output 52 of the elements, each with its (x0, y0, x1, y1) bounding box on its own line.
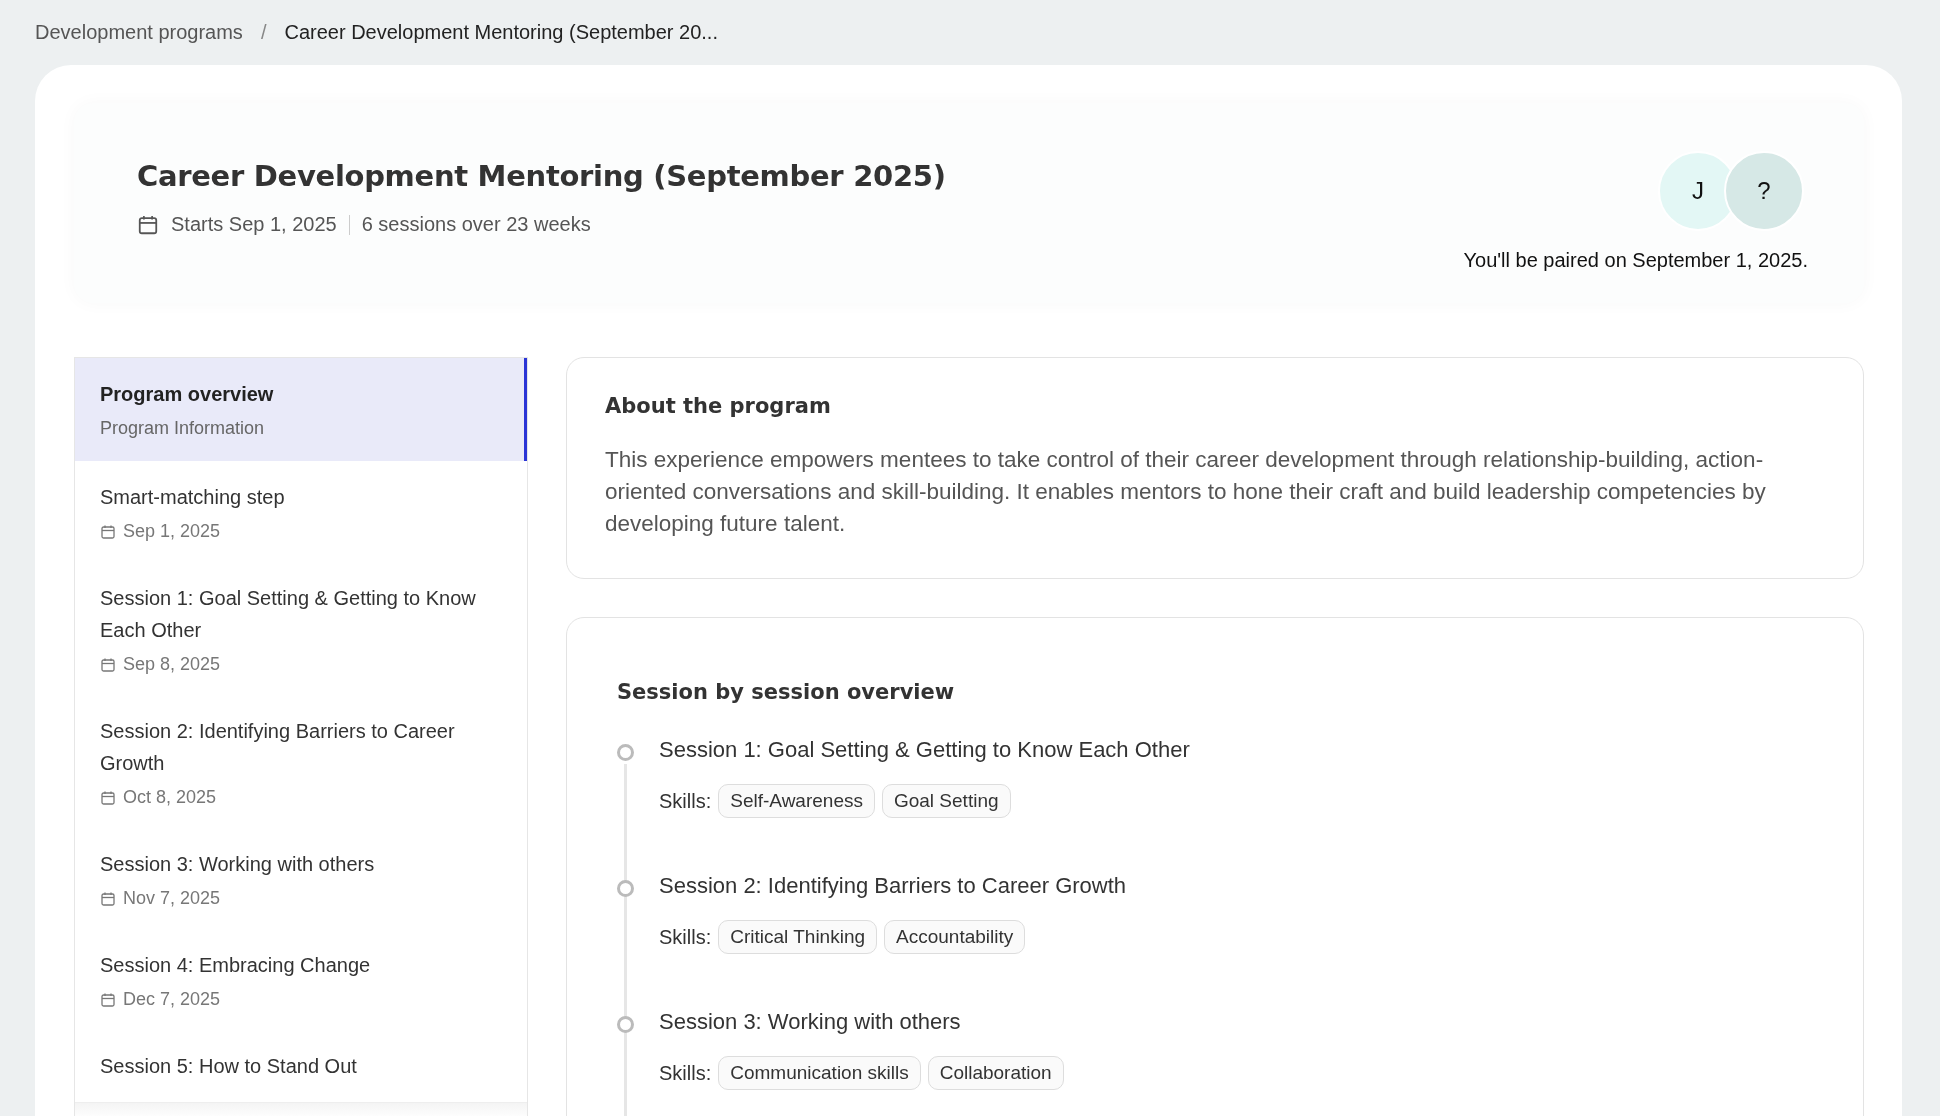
calendar-icon (100, 789, 116, 806)
timeline-dot (617, 744, 634, 761)
program-title: Career Development Mentoring (September 2025) (137, 159, 946, 193)
avatar: ? (1724, 151, 1804, 231)
item-title: Session 4: Embracing Change (100, 953, 372, 978)
breadcrumb-link[interactable]: Career Development Mentoring (September 20... (284, 21, 718, 44)
sidebar-item[interactable]: Session 2: Identifying Barriers to Career Growth Oct 8, 2025 (75, 695, 527, 828)
session-title: Session 3: Working with others (659, 1008, 962, 1036)
skills-label: Skills: (659, 925, 712, 949)
calendar-icon (137, 213, 159, 236)
sidebar-item[interactable]: Session 3: Working with others Nov 7, 2025 (75, 828, 527, 929)
item-title: Program overview (100, 382, 275, 407)
calendar-icon (100, 890, 116, 907)
skill-tag: Accountability (884, 920, 1026, 954)
session-title: Session 2: Identifying Barriers to Career Growth (659, 872, 1127, 900)
breadcrumb-link[interactable]: Development programs (35, 21, 243, 44)
start-date: Starts Sep 1, 2025 (171, 213, 337, 236)
item-title: Session 5: How to Stand Out (100, 1054, 358, 1079)
breadcrumb-separator: / (260, 21, 267, 44)
item-title: Session 1: Goal Setting & Getting to Know Each Other (100, 586, 477, 643)
section-heading: About the program (605, 394, 832, 418)
skill-tag: Critical Thinking (718, 920, 878, 954)
calendar-icon (100, 991, 116, 1008)
item-title: Session 3: Working with others (100, 852, 376, 877)
timeline-dot (617, 880, 634, 897)
sidebar-item[interactable]: Program overview Program Information (75, 358, 527, 461)
skill-tag: Communication skills (718, 1056, 921, 1090)
skills-label: Skills: (659, 1061, 712, 1085)
item-date: Sep 8, 2025 (123, 654, 221, 675)
section-heading: Session by session overview (617, 680, 956, 704)
item-date: Nov 7, 2025 (123, 888, 221, 909)
sidebar-item[interactable]: Session 5: How to Stand Out (75, 1030, 527, 1102)
pairing-note: You'll be paired on September 1, 2025. (1463, 249, 1808, 272)
sidebar-item[interactable]: Smart-matching step Sep 1, 2025 (75, 461, 527, 562)
item-title: Session 2: Identifying Barriers to Career Growth (100, 719, 456, 776)
skill-tag: Collaboration (927, 1056, 1064, 1090)
calendar-icon (100, 656, 116, 673)
item-date: Oct 8, 2025 (123, 787, 217, 808)
item-subtitle: Program Information (100, 418, 266, 439)
calendar-icon (100, 523, 116, 540)
item-date: Sep 1, 2025 (123, 521, 221, 542)
skill-tag: Self-Awareness (718, 784, 875, 818)
item-title: Smart-matching step (100, 485, 286, 510)
item-date: Dec 7, 2025 (123, 989, 221, 1010)
sidebar-item[interactable]: Session 4: Embracing Change Dec 7, 2025 (75, 929, 527, 1030)
timeline-dot (617, 1016, 634, 1033)
about-text: This experience empowers mentees to take control of their career development through relationship-building, action-oriented conversations and skill-building. It enables mentors to hone their craft and build leadership competencies by developing future talent. (605, 446, 1767, 538)
session-count: 6 sessions over 23 weeks (361, 213, 591, 236)
skill-tag: Goal Setting (881, 784, 1011, 818)
session-title: Session 1: Goal Setting & Getting to Know Each Other (659, 736, 1190, 764)
sidebar-item[interactable]: Session 1: Goal Setting & Getting to Know Each Other Sep 8, 2025 (75, 562, 527, 695)
skills-label: Skills: (659, 789, 712, 813)
